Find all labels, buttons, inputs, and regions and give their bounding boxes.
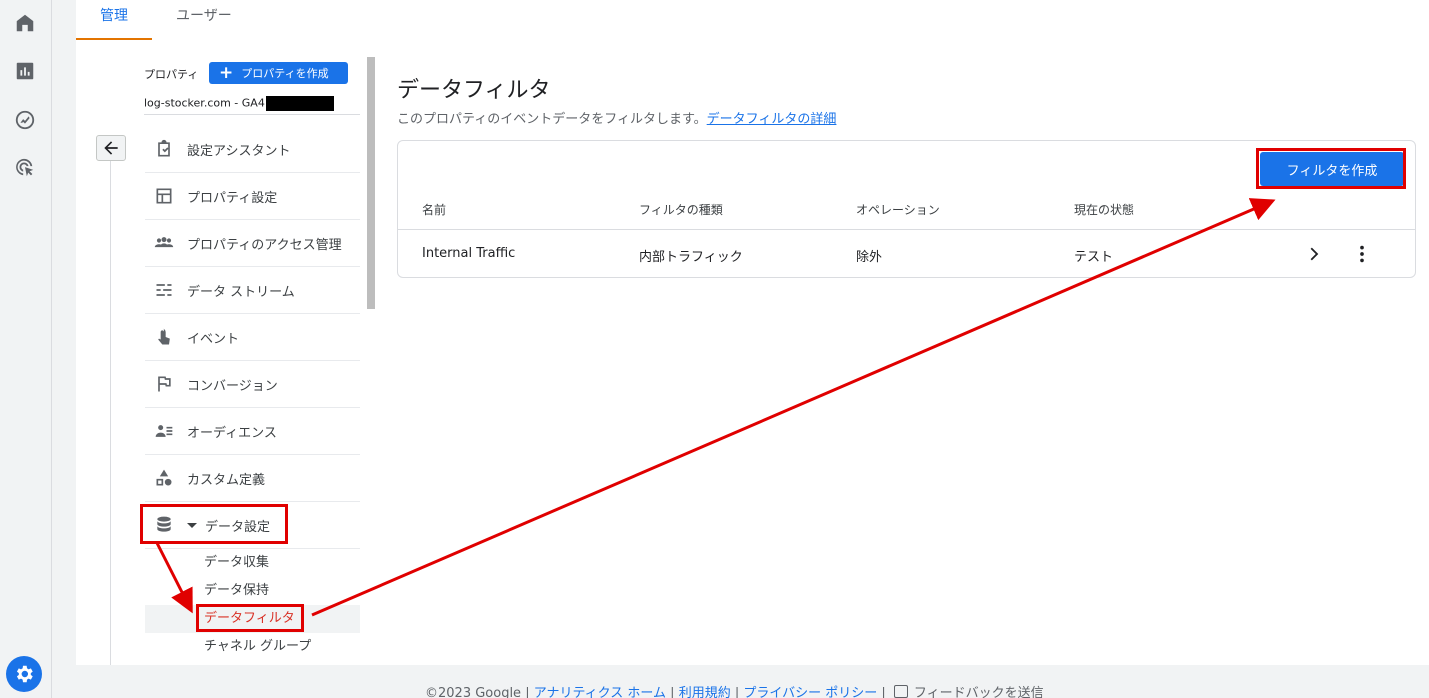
column-header-operation: オペレーション (856, 203, 940, 217)
column-header-type: フィルタの種類 (639, 203, 723, 217)
back-button[interactable] (96, 135, 126, 161)
data-settings-subnav: データ収集 データ保持 データフィルタ チャネル グループ (145, 549, 360, 661)
property-label: プロパティ (144, 68, 199, 81)
cell-type: 内部トラフィック (639, 250, 743, 265)
subnav-channel-groups[interactable]: チャネル グループ (145, 633, 360, 661)
nav-item-events[interactable]: イベント (145, 314, 360, 361)
nav-item-label: データ設定 (205, 519, 271, 535)
nav-item-label: 設定アシスタント (187, 143, 291, 159)
scrollbar[interactable] (367, 57, 375, 309)
create-property-button[interactable]: + プロパティを作成 (209, 62, 348, 84)
create-filter-button[interactable]: フィルタを作成 (1260, 152, 1404, 186)
caret-down-icon (187, 522, 197, 528)
reports-icon[interactable] (12, 58, 38, 84)
tab-admin[interactable]: 管理 (76, 0, 152, 40)
checklist-icon (153, 138, 175, 160)
plus-icon: + (219, 63, 234, 83)
explore-icon[interactable] (12, 107, 38, 133)
redacted-id (265, 96, 334, 111)
page-title: データフィルタ (397, 78, 551, 103)
nav-item-data-settings[interactable]: データ設定 (145, 502, 360, 549)
nav-item-setup-assistant[interactable]: 設定アシスタント (145, 126, 360, 173)
arrow-left-icon (104, 141, 118, 155)
column-header-name: 名前 (422, 203, 447, 217)
nav-item-conversions[interactable]: コンバージョン (145, 361, 360, 408)
nav-item-data-streams[interactable]: データ ストリーム (145, 267, 360, 314)
advertising-icon[interactable] (12, 155, 38, 181)
nav-item-custom-definitions[interactable]: カスタム定義 (145, 455, 360, 502)
left-rail (0, 0, 52, 698)
top-tabs: 管理 ユーザー (76, 0, 1429, 40)
nav-item-label: プロパティ設定 (187, 190, 278, 206)
nav-item-audiences[interactable]: オーディエンス (145, 408, 360, 455)
footer: ©2023 Google | アナリティクス ホーム | 利用規約 | プライバ… (425, 682, 1044, 698)
people-icon (153, 232, 175, 254)
divider (144, 114, 360, 115)
layout-icon (153, 185, 175, 207)
tab-user[interactable]: ユーザー (176, 0, 232, 40)
nav-item-label: オーディエンス (187, 425, 277, 441)
home-icon[interactable] (12, 10, 38, 36)
nav-item-label: データ ストリーム (187, 284, 295, 300)
cell-state: テスト (1074, 250, 1114, 265)
column-header-state: 現在の状態 (1074, 203, 1135, 217)
nav-item-label: イベント (187, 331, 240, 347)
feedback-link[interactable]: フィードバックを送信 (914, 686, 1044, 698)
touch-icon (153, 326, 175, 348)
database-icon (153, 514, 175, 536)
nav-item-label: コンバージョン (187, 378, 278, 394)
description-text: このプロパティのイベントデータをフィルタします。 (397, 112, 707, 127)
cell-operation: 除外 (856, 250, 883, 265)
settings-gear-button[interactable] (6, 656, 42, 692)
nav-item-label: プロパティのアクセス管理 (187, 237, 342, 253)
account-name: log-stocker.com - GA4 (144, 96, 265, 110)
chevron-right-icon[interactable] (1304, 243, 1326, 265)
streams-icon (153, 279, 175, 301)
feedback-icon (893, 685, 908, 698)
footer-link-privacy[interactable]: プライバシー ポリシー (743, 686, 877, 698)
subnav-data-retention[interactable]: データ保持 (145, 577, 360, 605)
nav-tree-line (110, 161, 111, 665)
create-property-label: プロパティを作成 (241, 67, 329, 80)
admin-nav: 設定アシスタント プロパティ設定 プロパティのアクセス管理 データ ストリーム … (145, 126, 360, 549)
details-link[interactable]: データフィルタの詳細 (707, 112, 837, 127)
footer-link-terms[interactable]: 利用規約 (679, 686, 731, 698)
header-divider (398, 229, 1415, 230)
more-vert-icon[interactable] (1351, 243, 1373, 265)
filters-table-card: フィルタを作成 名前 フィルタの種類 オペレーション 現在の状態 Interna… (397, 140, 1416, 278)
audience-icon (153, 420, 175, 442)
account-selector[interactable]: log-stocker.com - GA4 (144, 96, 334, 111)
shapes-icon (153, 467, 175, 489)
flag-icon (153, 373, 175, 395)
gear-icon (16, 665, 33, 683)
nav-item-access-management[interactable]: プロパティのアクセス管理 (145, 220, 360, 267)
copyright: ©2023 Google | (425, 686, 530, 698)
nav-item-property-settings[interactable]: プロパティ設定 (145, 173, 360, 220)
cell-name: Internal Traffic (422, 246, 516, 261)
subnav-data-filters[interactable]: データフィルタ (145, 605, 360, 633)
subnav-data-collection[interactable]: データ収集 (145, 549, 360, 577)
nav-item-label: カスタム定義 (187, 472, 266, 488)
footer-link-analytics-home[interactable]: アナリティクス ホーム (534, 686, 666, 698)
page-description: このプロパティのイベントデータをフィルタします。データフィルタの詳細 (397, 108, 836, 127)
